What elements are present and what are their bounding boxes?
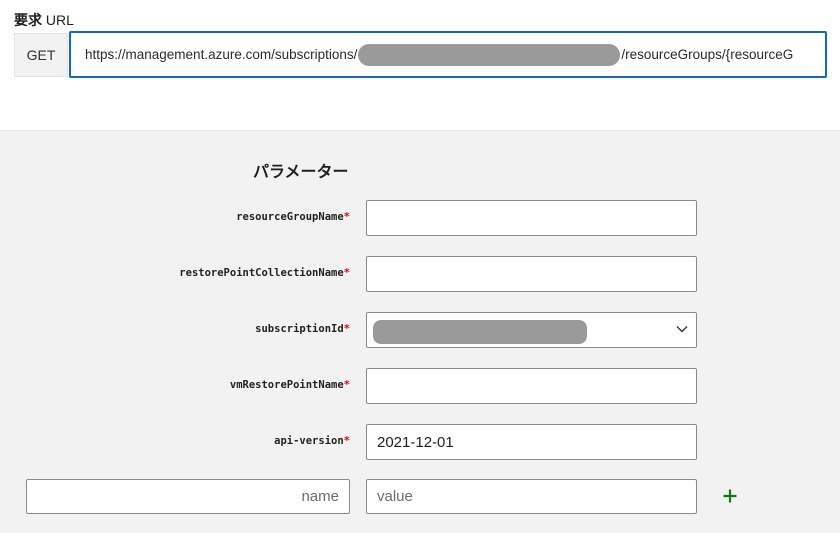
resource-group-name-input[interactable] — [366, 200, 697, 236]
param-label-restore-point-collection-name: restorePointCollectionName* — [20, 267, 350, 279]
request-url-label-bold: 要求 — [14, 12, 42, 28]
custom-param-value-input[interactable] — [366, 479, 697, 514]
subscription-id-select[interactable] — [366, 312, 697, 348]
param-label-resource-group-name: resourceGroupName* — [20, 211, 350, 223]
request-url-text: https://management.azure.com/subscriptio… — [85, 33, 793, 76]
request-url-label: 要求 URL — [14, 10, 74, 30]
required-marker: * — [343, 267, 350, 279]
param-label-text: resourceGroupName — [236, 211, 344, 223]
vm-restore-point-name-input[interactable] — [366, 368, 697, 404]
redacted-subscription-id — [358, 43, 621, 66]
param-label-text: api-version — [274, 435, 344, 447]
param-label-api-version: api-version* — [20, 435, 350, 447]
add-parameter-button[interactable] — [718, 484, 742, 508]
param-label-vm-restore-point-name: vmRestorePointName* — [20, 379, 350, 391]
restore-point-collection-name-input[interactable] — [366, 256, 697, 292]
required-marker: * — [343, 435, 350, 447]
request-url-input[interactable]: https://management.azure.com/subscriptio… — [69, 31, 827, 78]
required-marker: * — [343, 211, 350, 223]
param-label-text: restorePointCollectionName — [179, 267, 344, 279]
http-method: GET — [14, 33, 68, 77]
required-marker: * — [343, 379, 350, 391]
param-label-text: vmRestorePointName — [229, 379, 344, 391]
url-prefix: https://management.azure.com/subscriptio… — [85, 47, 358, 62]
custom-param-name-input[interactable] — [26, 479, 350, 514]
chevron-down-icon — [676, 326, 688, 333]
param-label-text: subscriptionId — [255, 323, 344, 335]
param-label-subscription-id: subscriptionId* — [20, 323, 350, 335]
required-marker: * — [343, 323, 350, 335]
plus-icon — [723, 489, 737, 503]
request-url-label-rest: URL — [42, 12, 74, 28]
url-suffix: /resourceGroups/{resourceG — [621, 47, 794, 62]
parameters-title: パラメーター — [253, 164, 349, 181]
api-version-input[interactable] — [366, 424, 697, 460]
redacted-subscription-value — [373, 320, 587, 344]
